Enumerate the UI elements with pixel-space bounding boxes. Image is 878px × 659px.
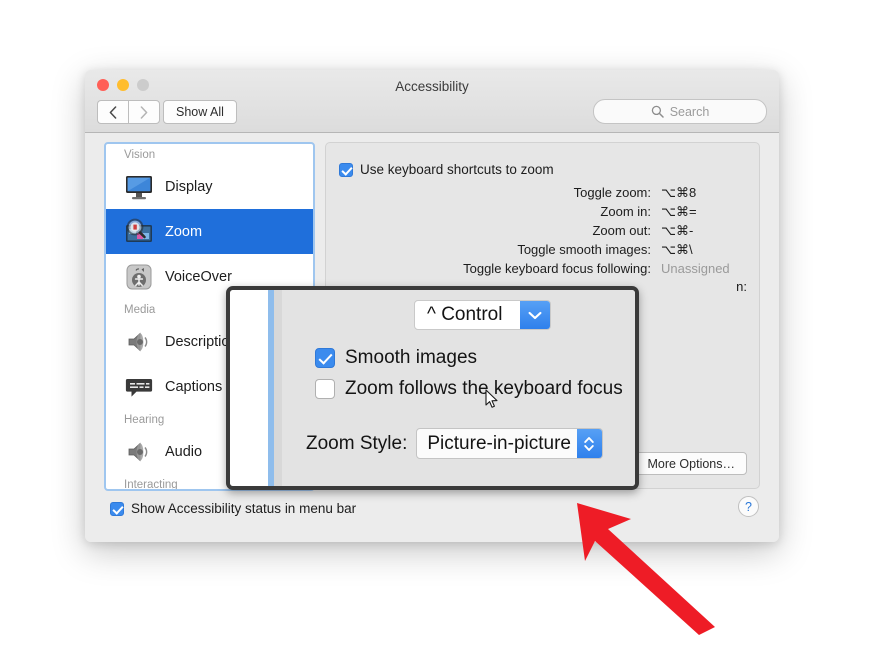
chevron-left-icon [109,105,117,119]
search-input[interactable]: Search [593,99,767,124]
shortcut-label: Toggle smooth images: [517,242,651,257]
zoom-style-label: Zoom Style: [306,432,408,454]
shortcut-row: Zoom in: ⌥⌘= [326,204,747,223]
shortcut-key: ⌥⌘= [661,204,697,219]
zoom-magnifier-icon [126,218,152,242]
zoom-style-setting: Zoom Style: Picture-in-picture [306,428,603,459]
scroll-modifier-label-fragment: n: [736,279,747,294]
shortcut-key: ⌥⌘8 [661,185,697,200]
captions-icon [125,378,153,397]
sidebar-item-display[interactable]: Display [106,164,313,209]
window-titlebar: Accessibility Show All Search [85,70,779,133]
shortcut-label: Zoom out: [592,223,651,238]
smooth-images-label: Smooth images [345,347,478,368]
use-keyboard-shortcuts-checkbox[interactable]: Use keyboard shortcuts to zoom [339,162,554,177]
shortcut-row: Zoom out: ⌥⌘- [326,223,747,242]
modifier-key-value: ^ Control [427,304,503,325]
up-down-chevron-glyph [584,436,595,451]
chevron-down-icon[interactable] [520,301,550,329]
sidebar-item-zoom[interactable]: Zoom [106,209,313,254]
modifier-key-dropdown[interactable]: ^ Control [414,300,551,330]
display-monitor-icon [126,175,152,199]
smooth-images-checkbox[interactable]: Smooth images [315,347,477,369]
more-options-label: More Options… [647,456,735,471]
sidebar-group-vision: Vision [124,149,156,161]
sidebar-item-label: Audio [165,443,203,460]
up-down-chevron-icon[interactable] [576,429,602,458]
shortcut-key: ⌥⌘\ [661,242,693,257]
magnified-pane-content: ^ Control Smooth images Zoom follows the… [282,290,635,486]
shortcut-row: Toggle smooth images: ⌥⌘\ [326,242,747,261]
zoom-follows-focus-label: Zoom follows the keyboard focus [345,378,623,399]
show-status-label: Show Accessibility status in menu bar [131,501,357,516]
speaker-icon [128,442,148,461]
chevron-right-icon [140,105,148,119]
search-icon [651,105,664,118]
window-bottom-bar: Show Accessibility status in menu bar ? [85,491,779,542]
shortcut-row: Toggle zoom: ⌥⌘8 [326,185,747,204]
use-keyboard-shortcuts-label: Use keyboard shortcuts to zoom [360,162,554,177]
show-all-label: Show All [176,105,224,119]
back-button[interactable] [97,100,128,124]
shortcut-row: Toggle keyboard focus following: Unassig… [326,261,747,280]
speaker-icon [128,332,148,351]
checkbox-indicator [339,162,353,177]
zoom-follows-keyboard-focus-checkbox[interactable]: Zoom follows the keyboard focus [315,378,623,400]
show-all-button[interactable]: Show All [163,100,237,124]
shortcut-label: Zoom in: [600,204,651,219]
mouse-pointer-icon [485,389,498,408]
shortcut-label: Toggle zoom: [573,185,651,200]
zoom-style-popup-button[interactable]: Picture-in-picture [416,428,603,459]
checkbox-indicator [315,348,335,368]
sidebar-item-label: Zoom [165,223,203,240]
chevron-down-glyph [528,311,542,319]
voiceover-icon [126,264,152,289]
magnified-window-gap [274,290,282,486]
help-label: ? [745,499,752,514]
zoom-style-value: Picture-in-picture [427,432,571,454]
checkbox-indicator [110,501,124,516]
shortcut-label: Toggle keyboard focus following: [463,261,651,276]
shortcut-key: Unassigned [661,261,730,276]
search-placeholder: Search [669,104,710,119]
magnified-sidebar-area [230,290,268,486]
picture-in-picture-zoom-overlay: ^ Control Smooth images Zoom follows the… [226,286,639,490]
checkbox-indicator [315,379,335,399]
sidebar-item-label: Captions [165,378,223,395]
keyboard-shortcut-list: Toggle zoom: ⌥⌘8 Zoom in: ⌥⌘= Zoom out: … [326,185,747,280]
sidebar-item-label: Display [165,178,213,195]
help-button[interactable]: ? [738,496,759,517]
forward-button [128,100,160,124]
show-status-in-menubar-checkbox[interactable]: Show Accessibility status in menu bar [110,501,356,516]
window-title: Accessibility [395,79,469,94]
sidebar-item-label: VoiceOver [165,268,232,285]
shortcut-key: ⌥⌘- [661,223,694,238]
more-options-button[interactable]: More Options… [635,452,747,475]
navigation-buttons [97,100,160,124]
